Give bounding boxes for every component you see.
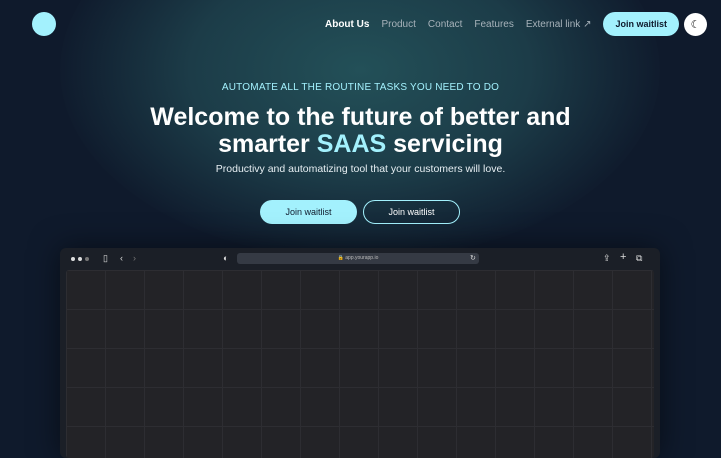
title-accent: SAAS <box>316 130 387 158</box>
title-pre: smarter <box>218 130 317 158</box>
address-bar: 🔒 app.yourapp.io <box>237 253 479 264</box>
external-link-icon: ↗ <box>583 18 592 30</box>
title-post: servicing <box>386 130 503 158</box>
title-line1: Welcome to the future of better and <box>150 103 571 131</box>
back-icon: ‹ <box>120 253 123 263</box>
nav-features[interactable]: Features <box>474 19 513 30</box>
lock-icon: 🔒 <box>337 255 344 261</box>
join-waitlist-nav-button[interactable]: Join waitlist <box>603 12 679 36</box>
nav-about-us[interactable]: About Us <box>325 19 369 30</box>
sidebar-icon: ▯ <box>103 253 108 263</box>
window-dots <box>71 257 89 261</box>
theme-toggle-moon-icon[interactable]: ☾ <box>684 12 707 36</box>
top-nav: About Us Product Contact Features Extern… <box>325 12 707 36</box>
reload-icon: ↻ <box>470 255 476 262</box>
shield-icon: ◐ <box>223 253 229 263</box>
browser-toolbar: ▯ ‹ › ◐ 🔒 app.yourapp.io ↻ ⇪ + ⧉ <box>60 248 660 270</box>
hero-ctas: Join waitlist Join waitlist <box>260 200 460 224</box>
browser-mockup: ▯ ‹ › ◐ 🔒 app.yourapp.io ↻ ⇪ + ⧉ <box>60 248 660 458</box>
nav-external-link[interactable]: External link ↗ <box>526 19 592 30</box>
join-waitlist-primary-button[interactable]: Join waitlist <box>260 200 357 224</box>
logo[interactable] <box>32 12 56 36</box>
join-waitlist-secondary-button[interactable]: Join waitlist <box>363 200 460 224</box>
hero-title: Welcome to the future of better and smart… <box>0 104 721 158</box>
tabs-icon: ⧉ <box>636 253 643 263</box>
nav-product[interactable]: Product <box>381 19 415 30</box>
nav-contact[interactable]: Contact <box>428 19 462 30</box>
hero-subtitle: Productivy and automatizing tool that yo… <box>215 163 506 175</box>
new-tab-icon: + <box>620 251 627 263</box>
share-icon: ⇪ <box>603 253 611 263</box>
app-canvas-grid <box>66 270 654 458</box>
forward-icon: › <box>133 253 136 263</box>
external-link-label: External link <box>525 18 581 30</box>
url-text: app.yourapp.io <box>345 255 379 261</box>
hero-eyebrow: AUTOMATE ALL THE ROUTINE TASKS YOU NEED … <box>221 82 500 93</box>
